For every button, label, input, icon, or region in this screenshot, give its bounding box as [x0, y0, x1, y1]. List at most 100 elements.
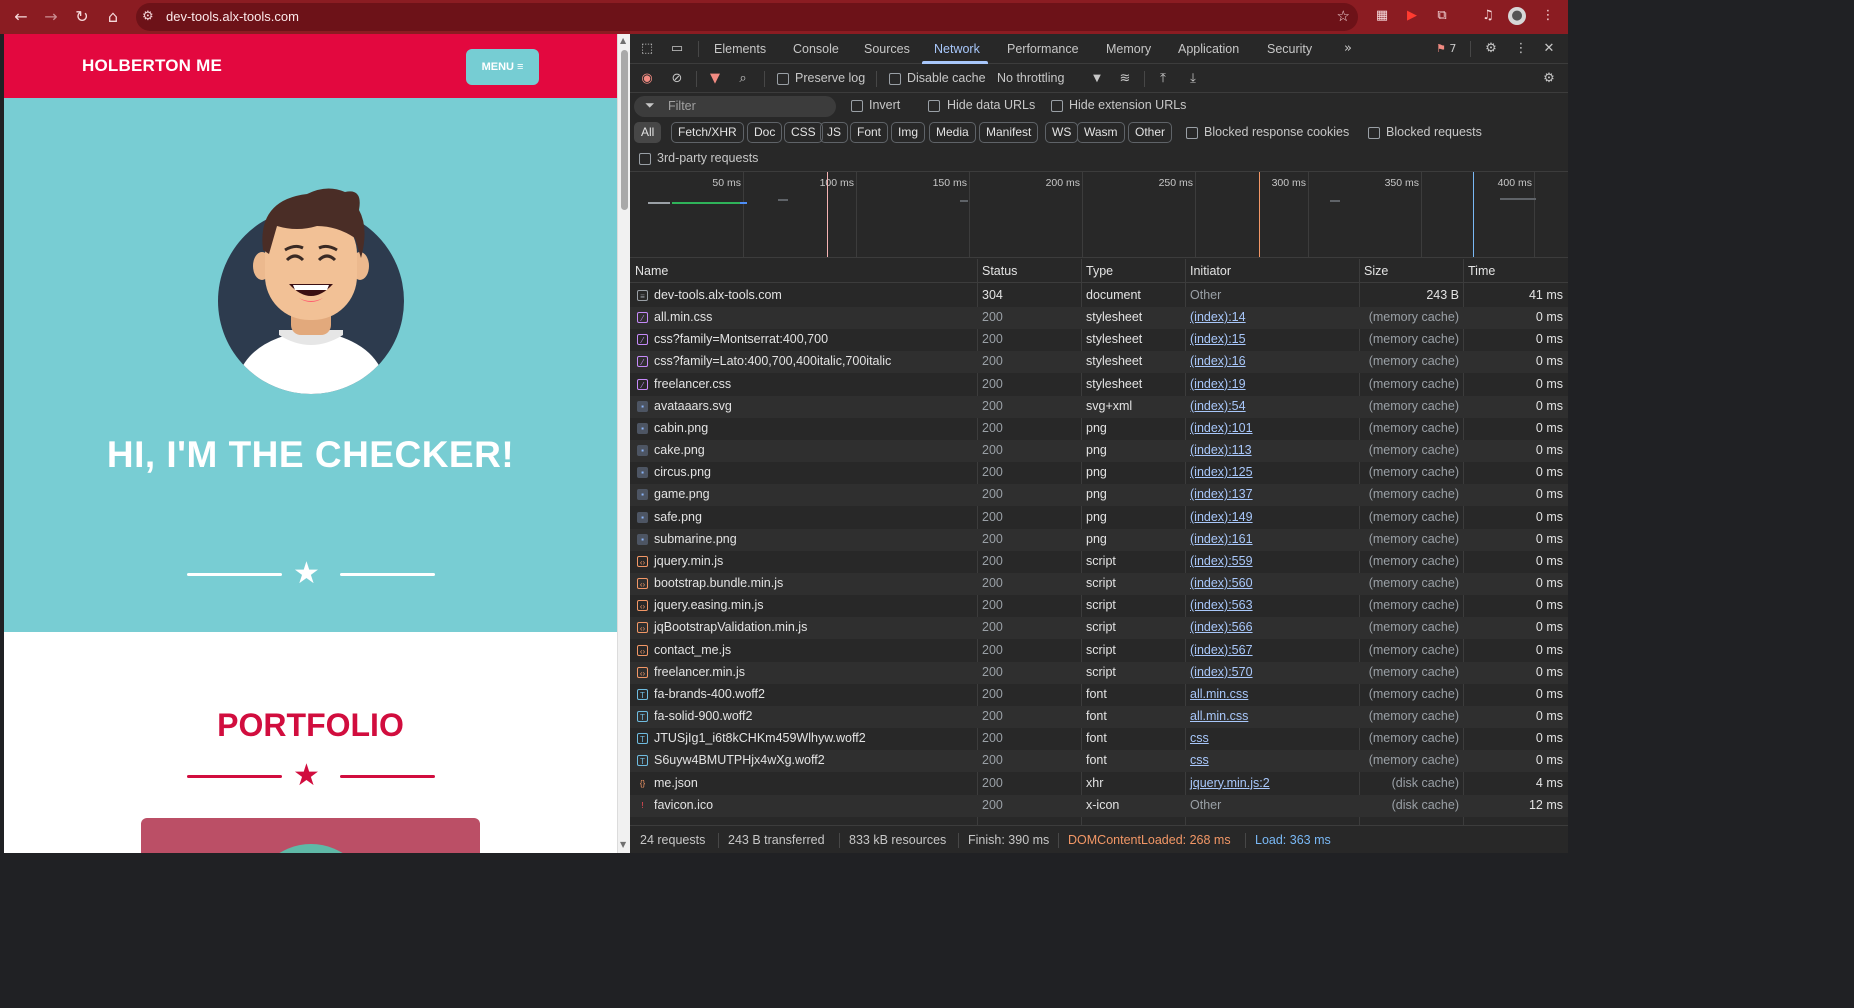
back-icon[interactable]: ← — [9, 5, 33, 29]
table-row[interactable]: ‹› jquery.easing.min.js 200 script (index):5… — [630, 595, 1568, 617]
request-initiator[interactable]: (index):563 — [1190, 598, 1253, 612]
request-initiator[interactable]: (index):16 — [1190, 354, 1246, 368]
filter-input[interactable]: ⏷ Filter — [634, 96, 836, 117]
table-row[interactable]: ⁄ freelancer.css 200 stylesheet (index):19 (m… — [630, 374, 1568, 396]
column-time[interactable]: Time — [1468, 264, 1495, 278]
site-scrollbar[interactable]: ▲ ▼ — [617, 34, 630, 853]
table-row[interactable]: ⁄ css?family=Montserrat:400,700 200 stylesh… — [630, 329, 1568, 351]
request-initiator[interactable]: (index):19 — [1190, 377, 1246, 391]
tab-performance[interactable]: Performance — [1007, 42, 1079, 56]
tab-security[interactable]: Security — [1267, 42, 1312, 56]
type-filter-img[interactable]: Img — [891, 122, 926, 143]
blocked-requests-checkbox[interactable] — [1368, 127, 1380, 139]
close-devtools-icon[interactable]: ✕ — [1540, 40, 1558, 58]
request-initiator[interactable]: (index):125 — [1190, 465, 1253, 479]
request-initiator[interactable]: (index):566 — [1190, 620, 1253, 634]
table-row[interactable]: ▪ game.png 200 png (index):137 (memory cache)… — [630, 484, 1568, 507]
request-initiator[interactable]: (index):137 — [1190, 487, 1253, 501]
more-tabs-icon[interactable]: » — [1339, 40, 1357, 58]
blocked-response-cookies-checkbox[interactable] — [1186, 127, 1198, 139]
reload-icon[interactable]: ↻ — [70, 5, 94, 29]
extensions-puzzle-icon[interactable]: ⧉ — [1432, 6, 1452, 26]
type-filter-css[interactable]: CSS — [784, 122, 823, 143]
type-filter-other[interactable]: Other — [1128, 122, 1173, 143]
type-filter-js[interactable]: JS — [820, 122, 849, 143]
tab-application[interactable]: Application — [1178, 42, 1239, 56]
inspect-element-icon[interactable]: ⬚ — [638, 40, 656, 58]
tab-network[interactable]: Network — [934, 42, 980, 56]
browser-menu-icon[interactable]: ⋮ — [1538, 6, 1558, 26]
home-icon[interactable]: ⌂ — [101, 5, 125, 29]
tab-console[interactable]: Console — [793, 42, 839, 56]
table-row[interactable]: ▪ cabin.png 200 png (index):101 (memory cache… — [630, 418, 1568, 440]
table-row[interactable]: ‹› contact_me.js 200 script (index):567 (memo… — [630, 640, 1568, 662]
type-filter-manifest[interactable]: Manifest — [979, 122, 1039, 143]
column-type[interactable]: Type — [1086, 264, 1113, 278]
settings-gear-icon[interactable]: ⚙ — [1482, 40, 1500, 58]
table-row[interactable]: ‹› freelancer.min.js 200 script (index):570 (… — [630, 661, 1568, 684]
request-initiator[interactable]: (index):54 — [1190, 399, 1246, 413]
tab-elements[interactable]: Elements — [714, 42, 766, 56]
table-row[interactable]: ‹› bootstrap.bundle.min.js 200 script (index… — [630, 573, 1568, 596]
export-har-icon[interactable]: ⤓ — [1184, 70, 1202, 88]
table-row[interactable]: ▪ cake.png 200 png (index):113 (memory cache)… — [630, 440, 1568, 463]
table-row[interactable]: ▪ circus.png 200 png (index):125 (memory cach… — [630, 462, 1568, 484]
column-status[interactable]: Status — [982, 264, 1017, 278]
column-name[interactable]: Name — [635, 264, 668, 278]
tab-memory[interactable]: Memory — [1106, 42, 1151, 56]
request-initiator[interactable]: (index):113 — [1190, 443, 1252, 457]
portfolio-item-card[interactable] — [141, 818, 480, 853]
table-row[interactable]: Tfa-solid-900.woff2 200 font all.min.css (me… — [630, 706, 1568, 729]
table-row[interactable]: ▪ safe.png 200 png (index):149 (memory cache)… — [630, 507, 1568, 529]
filter-funnel-icon[interactable]: ▼ — [706, 70, 724, 88]
hide-data-urls-checkbox[interactable] — [928, 100, 940, 112]
record-stop-icon[interactable]: ◉ — [638, 70, 656, 88]
type-filter-ws[interactable]: WS — [1045, 122, 1079, 143]
type-filter-media[interactable]: Media — [929, 122, 976, 143]
request-initiator[interactable]: (index):559 — [1190, 554, 1253, 568]
issues-badge[interactable]: ⚑ 7 — [1436, 42, 1456, 55]
address-bar[interactable]: ⚙ dev-tools.alx-tools.com ☆ — [136, 3, 1358, 31]
more-options-icon[interactable]: ⋮ — [1512, 40, 1530, 58]
table-row[interactable]: ‹› jqBootstrapValidation.min.js 200 script (… — [630, 617, 1568, 640]
request-initiator[interactable]: (index):570 — [1190, 665, 1253, 679]
request-initiator[interactable]: all.min.css — [1190, 709, 1248, 723]
throttling-select[interactable]: No throttling — [997, 71, 1064, 85]
device-toolbar-icon[interactable]: ▭ — [668, 40, 686, 58]
table-row[interactable]: ▪ submarine.png 200 png (index):161 (memory c… — [630, 528, 1568, 551]
request-initiator[interactable]: jquery.min.js:2 — [1190, 776, 1270, 790]
request-initiator[interactable]: (index):14 — [1190, 310, 1246, 324]
profile-avatar-icon[interactable]: ● — [1508, 7, 1526, 25]
table-row[interactable]: ▪ avataaars.svg 200 svg+xml (index):54 (memor… — [630, 395, 1568, 418]
scrollbar-thumb[interactable] — [621, 50, 628, 210]
request-initiator[interactable]: (index):15 — [1190, 332, 1246, 346]
scroll-down-icon[interactable]: ▼ — [620, 840, 626, 849]
network-overview-timeline[interactable]: 50 ms 100 ms 150 ms 200 ms 250 ms 300 ms… — [630, 171, 1568, 258]
menu-button[interactable]: MENU ≡ — [466, 49, 539, 85]
preserve-log-checkbox[interactable] — [777, 73, 789, 85]
network-settings-icon[interactable]: ⚙ — [1540, 70, 1558, 88]
search-icon[interactable]: ⌕ — [734, 70, 752, 88]
invert-checkbox[interactable] — [851, 100, 863, 112]
table-row[interactable]: ! favicon.ico 200 x-icon Other (disk cache) 12… — [630, 794, 1568, 817]
clear-icon[interactable]: ⊘ — [668, 70, 686, 88]
request-initiator[interactable]: css — [1190, 731, 1209, 745]
scroll-up-icon[interactable]: ▲ — [620, 36, 626, 45]
forward-icon[interactable]: → — [39, 5, 63, 29]
type-filter-all[interactable]: All — [634, 122, 662, 143]
extension-qr-icon[interactable]: ▦ — [1372, 6, 1392, 26]
request-initiator[interactable]: all.min.css — [1190, 687, 1248, 701]
chevron-down-icon[interactable]: ▼ — [1088, 70, 1106, 88]
bookmark-star-icon[interactable]: ☆ — [1337, 7, 1350, 25]
request-initiator[interactable]: css — [1190, 753, 1209, 767]
table-row[interactable]: ≡ dev-tools.alx-tools.com 304 document Other… — [630, 285, 1568, 307]
type-filter-font[interactable]: Font — [850, 122, 889, 143]
third-party-checkbox[interactable] — [639, 153, 651, 165]
request-initiator[interactable]: (index):560 — [1190, 576, 1253, 590]
request-initiator[interactable]: (index):101 — [1190, 421, 1253, 435]
site-info-icon[interactable]: ⚙ — [142, 9, 154, 24]
type-filter-fetch-xhr[interactable]: Fetch/XHR — [671, 122, 744, 143]
import-har-icon[interactable]: ⤒ — [1154, 70, 1172, 88]
table-row[interactable]: T S6uyw4BMUTPHjx4wXg.woff2 200 font css (memo… — [630, 750, 1568, 773]
media-control-icon[interactable]: ♫ — [1478, 6, 1498, 26]
